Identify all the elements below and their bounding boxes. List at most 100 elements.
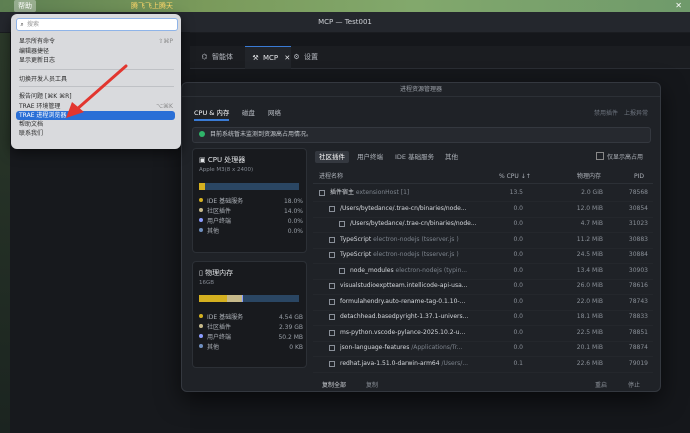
process-name-text: /Users/bytedance/.trae-cn/binaries/node.… [340, 204, 467, 212]
tab-agent[interactable]: ⌬ 智能体 [200, 46, 250, 68]
tab-cpu-memory[interactable]: CPU & 内存 [194, 107, 230, 121]
stop-button[interactable]: 停止 [628, 380, 640, 389]
legend-row: IDE 基础服务 4.54 GB [199, 314, 303, 322]
process-memory: 20.1 MiB [576, 344, 603, 351]
table-row[interactable]: TypeScript electron-nodejs (tsserver.js … [313, 232, 653, 249]
process-name: ms-python.vscode-pylance-2025.10.2-u... [340, 325, 482, 341]
subtab-community-plugins[interactable]: 社区插件 [315, 151, 349, 163]
legend-dot [199, 314, 203, 318]
restart-button[interactable]: 重启 [595, 380, 607, 389]
table-row[interactable]: visualstudioexptteam.intellicode-api-usa… [313, 278, 653, 295]
process-cpu: 13.5 [509, 189, 523, 196]
menu-item[interactable]: 联系我们 [19, 129, 177, 138]
subtab-other[interactable]: 其他 [441, 151, 462, 163]
panel-title: 进程资源管理器 [182, 83, 660, 97]
legend-label: 社区插件 [207, 208, 232, 215]
menu-item[interactable]: 编辑器捷径 [19, 47, 177, 56]
legend-row: 社区插件 14.0% [199, 208, 303, 216]
table-row[interactable]: 插件宿主 extensionHost [1] 13.5 2.0 GiB 78568 [313, 185, 653, 202]
process-memory: 22.0 MiB [576, 297, 603, 305]
legend-dot [199, 334, 203, 338]
process-icon [329, 298, 335, 305]
menu-item[interactable]: 显示所有命令 ⇧⌘P [19, 37, 177, 46]
process-cpu: 0.0 [513, 251, 523, 258]
legend-value: 18.0% [283, 198, 303, 205]
legend-label: 其他 [207, 228, 220, 235]
legend-value: 0 KB [289, 344, 303, 351]
copy-all-button[interactable]: 复制全部 [322, 380, 346, 389]
legend-dot [199, 228, 203, 232]
legend-dot [199, 218, 203, 222]
subtab-ide-services[interactable]: IDE 基础服务 [391, 151, 438, 163]
process-pid: 31023 [628, 220, 648, 227]
process-cpu: 0.0 [513, 204, 523, 212]
process-cpu: 0.0 [513, 220, 523, 227]
table-row[interactable]: /Users/bytedance/.trae-cn/binaries/node.… [313, 201, 653, 218]
legend-label: 社区插件 [207, 324, 232, 331]
legend-value: 14.0% [283, 208, 303, 215]
process-icon [329, 205, 335, 212]
process-memory: 11.2 MiB [576, 235, 603, 243]
process-icon [339, 267, 345, 274]
disable-plugin-link[interactable]: 禁用插件 [594, 108, 618, 117]
legend-dot [199, 344, 203, 348]
process-cpu: 0.1 [513, 359, 523, 367]
process-name: node_modules electron-nodejs (typin... [350, 263, 482, 279]
search-icon: ⌕ [20, 21, 24, 28]
table-row[interactable]: node_modules electron-nodejs (typin... 0.… [313, 263, 653, 280]
tab-label: 智能体 [212, 53, 233, 61]
process-pid: 78833 [628, 313, 648, 320]
table-row[interactable]: json-language-features /Applications/Tr.… [313, 340, 653, 357]
menu-item-label: 编辑器捷径 [19, 48, 50, 55]
memory-card: ▯ 物理内存 16GB IDE 基础服务 4.54 GB 社区插件 2.39 GB 用户… [192, 261, 307, 368]
process-table: 社区插件 用户终端 IDE 基础服务 其他 仅显示高占用 进程名称 % CPU … [313, 148, 653, 373]
col-cpu[interactable]: % CPU ↓↑ [499, 171, 531, 183]
tab-close-icon[interactable]: ✕ [284, 54, 290, 62]
process-icon [329, 314, 335, 320]
table-header: 进程名称 % CPU ↓↑ 物理内存 PID [313, 171, 653, 184]
process-name-text: visualstudioexptteam.intellicode-api-usa… [340, 282, 468, 289]
menu-search-input[interactable]: ⌕ 搜索 [16, 18, 178, 31]
process-pid: 79019 [628, 359, 648, 367]
tab-label: 设置 [304, 53, 318, 61]
process-name: formulahendry.auto-rename-tag-0.1.10-... [340, 294, 482, 310]
process-name: TypeScript electron-nodejs (tsserver.js … [340, 247, 482, 263]
legend-label: 用户终端 [207, 334, 232, 341]
legend-row: 用户终端 0.0% [199, 218, 303, 226]
process-name-text: /Users/bytedance/.trae-cn/binaries/node.… [350, 220, 477, 227]
tab-settings[interactable]: ⚙ 设置 [292, 46, 332, 68]
menu-help[interactable]: 帮助 [14, 0, 36, 12]
tab-disk[interactable]: 磁盘 [242, 107, 255, 119]
col-memory[interactable]: 物理内存 [577, 171, 601, 183]
memory-usage-segment [242, 295, 243, 302]
process-icon [329, 283, 335, 289]
copy-button[interactable]: 复制 [366, 380, 378, 389]
tab-mcp[interactable]: ⚒ MCP ✕ [245, 46, 291, 69]
process-cpu: 0.0 [513, 344, 523, 351]
process-cpu: 0.0 [513, 266, 523, 274]
robot-icon: ⌬ [201, 53, 208, 61]
high-usage-checkbox[interactable]: 仅显示高占用 [596, 152, 643, 161]
cpu-usage-fill [199, 183, 206, 190]
table-row[interactable]: formulahendry.auto-rename-tag-0.1.10-...… [313, 294, 653, 311]
col-pid[interactable]: PID [634, 171, 644, 183]
table-row[interactable]: ms-python.vscode-pylance-2025.10.2-u... 0… [313, 325, 653, 342]
checkbox-box[interactable] [596, 152, 604, 160]
subtab-user-terminal[interactable]: 用户终端 [353, 151, 387, 163]
table-row[interactable]: redhat.java-1.51.0-darwin-arm64 /Users/.… [313, 356, 653, 373]
process-pid: 78874 [628, 344, 648, 351]
tab-network[interactable]: 网络 [268, 107, 281, 119]
process-name: 插件宿主 extensionHost [1] [330, 185, 482, 201]
col-name[interactable]: 进程名称 [319, 171, 343, 183]
table-row[interactable]: TypeScript electron-nodejs (tsserver.js … [313, 247, 653, 264]
process-name-text: ms-python.vscode-pylance-2025.10.2-u... [340, 328, 466, 336]
legend-row: 其他 0.0% [199, 228, 303, 236]
process-cpu: 0.0 [513, 328, 523, 336]
close-icon[interactable]: ✕ [675, 0, 682, 12]
table-row[interactable]: detachhead.basedpyright-1.37.1-univers..… [313, 309, 653, 326]
memory-usage-bar [199, 295, 299, 302]
process-name: /Users/bytedance/.trae-cn/binaries/node.… [340, 201, 482, 217]
report-issue-link[interactable]: 上报异常 [624, 108, 648, 117]
table-row[interactable]: /Users/bytedance/.trae-cn/binaries/node.… [313, 216, 653, 233]
menu-item-label: 显示更新日志 [19, 57, 56, 64]
